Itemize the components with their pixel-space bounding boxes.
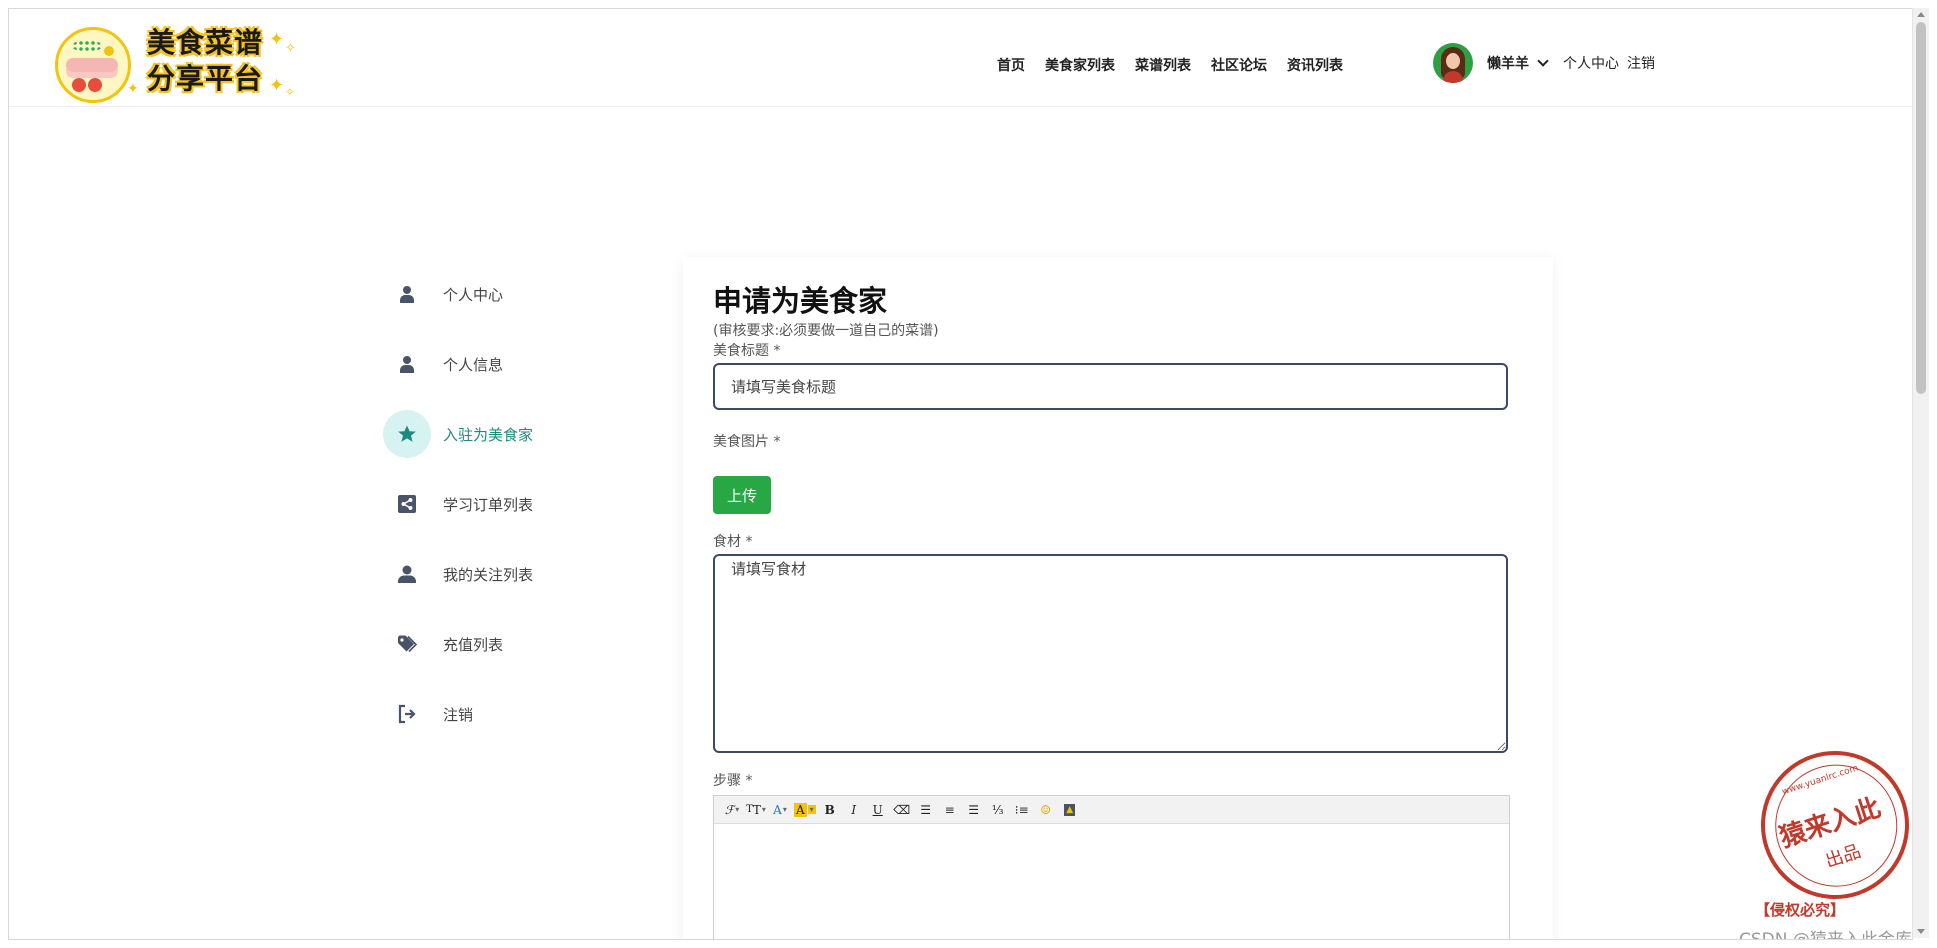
align-left-icon[interactable]: ☰ xyxy=(916,801,936,819)
font-size-icon[interactable]: T T ▾ xyxy=(746,801,766,819)
watermark-stamp: www.yuanlrc.com 猿来入此 出品 xyxy=(1741,731,1912,919)
sidebar-item-personal-center[interactable]: 个人中心 xyxy=(383,259,643,329)
sidebar-item-study-orders[interactable]: 学习订单列表 xyxy=(383,469,643,539)
sidebar-item-label: 个人信息 xyxy=(443,355,504,374)
browser-viewport: 美食菜谱 分享平台 ✦ ✧ ✦ ✧ ✦ 首页 美食家列表 菜谱列表 社区论坛 资… xyxy=(8,8,1913,940)
tag-icon xyxy=(383,620,431,668)
italic-icon[interactable]: I xyxy=(844,801,864,819)
avatar[interactable] xyxy=(1433,43,1473,83)
scroll-down-arrow-icon[interactable] xyxy=(1917,929,1925,934)
stamp-footer: 【侵权必究】 xyxy=(1755,901,1846,919)
sidebar-item-personal-info[interactable]: 个人信息 xyxy=(383,329,643,399)
csdn-watermark: CSDN @猿来入此金库 xyxy=(1739,930,1912,940)
nav-gourmet-list[interactable]: 美食家列表 xyxy=(1045,55,1115,75)
ingredients-textarea[interactable] xyxy=(713,554,1508,753)
personal-center-link[interactable]: 个人中心 xyxy=(1563,53,1619,73)
upload-button[interactable]: 上传 xyxy=(713,476,771,514)
logo-line-2: 分享平台 xyxy=(147,62,264,95)
font-color-icon[interactable]: A ▾ xyxy=(770,801,790,819)
review-requirement-note: (审核要求:必须要做一道自己的菜谱) xyxy=(713,323,939,339)
emoji-icon[interactable]: ☺ xyxy=(1036,801,1056,819)
top-header: 美食菜谱 分享平台 ✦ ✧ ✦ ✧ ✦ 首页 美食家列表 菜谱列表 社区论坛 资… xyxy=(9,9,1912,107)
nav-home[interactable]: 首页 xyxy=(997,55,1025,75)
logo-text: 美食菜谱 分享平台 xyxy=(147,25,263,97)
main-nav: 首页 美食家列表 菜谱列表 社区论坛 资讯列表 xyxy=(997,55,1343,75)
sidebar-item-label: 学习订单列表 xyxy=(443,495,534,514)
food-title-label: 美食标题 * xyxy=(713,343,781,359)
nav-forum[interactable]: 社区论坛 xyxy=(1211,55,1267,75)
sidebar-item-label: 注销 xyxy=(443,705,474,724)
ordered-list-icon[interactable]: ⅓ xyxy=(988,801,1008,819)
logout-icon xyxy=(383,690,431,738)
sidebar-item-label: 个人中心 xyxy=(443,285,504,304)
steps-editor-body[interactable] xyxy=(714,824,1509,939)
sidebar-item-label: 我的关注列表 xyxy=(443,565,534,584)
sidebar-item-logout[interactable]: 注销 xyxy=(383,679,643,749)
logo-line-1: 美食菜谱 xyxy=(147,26,264,59)
sparkle-icon: ✧ xyxy=(285,41,296,56)
bold-icon[interactable]: B xyxy=(820,801,840,819)
ingredients-label: 食材 * xyxy=(713,534,753,550)
share-icon xyxy=(383,480,431,528)
food-title-input[interactable] xyxy=(713,363,1508,410)
align-right-icon[interactable]: ☰ xyxy=(964,801,984,819)
steps-label: 步骤 * xyxy=(713,773,753,789)
sparkle-icon: ✧ xyxy=(285,85,296,99)
font-family-icon[interactable]: ℱ ▾ xyxy=(722,801,742,819)
editor-toolbar: ℱ ▾ T T ▾ A ▾ A ▾ B I U ⌫ ☰ ≡ ☰ ⅓ ⁝≡ ☺ ▲ xyxy=(714,796,1509,824)
sidebar: 个人中心 个人信息 入驻为美食家 学习订单列表 我的关注列表 充值列表 注销 xyxy=(383,259,643,749)
application-form-card: 申请为美食家 (审核要求:必须要做一道自己的菜谱) 美食标题 * 美食图片 * … xyxy=(683,257,1553,939)
steps-rich-editor: ℱ ▾ T T ▾ A ▾ A ▾ B I U ⌫ ☰ ≡ ☰ ⅓ ⁝≡ ☺ ▲ xyxy=(713,795,1510,939)
scrollbar-thumb[interactable] xyxy=(1916,22,1926,394)
image-icon[interactable]: ▲ xyxy=(1060,801,1080,819)
logo-plate-icon xyxy=(55,27,131,103)
nav-news-list[interactable]: 资讯列表 xyxy=(1287,55,1343,75)
sidebar-item-label: 入驻为美食家 xyxy=(443,425,534,444)
person-icon xyxy=(383,340,431,388)
sparkle-icon: ✦ xyxy=(127,81,139,97)
person-icon xyxy=(383,270,431,318)
star-icon xyxy=(383,410,431,458)
sparkle-icon: ✦ xyxy=(269,29,285,50)
food-image-label: 美食图片 * xyxy=(713,434,781,450)
page-title: 申请为美食家 xyxy=(713,284,888,318)
nav-recipe-list[interactable]: 菜谱列表 xyxy=(1135,55,1191,75)
scroll-up-arrow-icon[interactable] xyxy=(1917,12,1925,17)
eraser-icon[interactable]: ⌫ xyxy=(892,801,912,819)
underline-icon[interactable]: U xyxy=(868,801,888,819)
sidebar-item-follow-list[interactable]: 我的关注列表 xyxy=(383,539,643,609)
background-color-icon[interactable]: A ▾ xyxy=(794,801,816,819)
person-icon xyxy=(383,550,431,598)
user-area: 懒羊羊 个人中心 注销 xyxy=(1433,43,1655,83)
sparkle-icon: ✦ xyxy=(269,75,285,96)
page-scrollbar[interactable] xyxy=(1912,8,1929,938)
logout-link[interactable]: 注销 xyxy=(1627,53,1655,73)
sidebar-item-label: 充值列表 xyxy=(443,635,504,654)
sidebar-item-become-gourmet[interactable]: 入驻为美食家 xyxy=(383,399,643,469)
gourmet-application-form: 申请为美食家 (审核要求:必须要做一道自己的菜谱) 美食标题 * 美食图片 * … xyxy=(713,283,1510,939)
chevron-down-icon[interactable] xyxy=(1537,55,1549,67)
site-logo[interactable]: 美食菜谱 分享平台 ✦ ✧ ✦ ✧ ✦ xyxy=(55,19,305,103)
unordered-list-icon[interactable]: ⁝≡ xyxy=(1012,801,1032,819)
user-name[interactable]: 懒羊羊 xyxy=(1487,53,1529,73)
align-center-icon[interactable]: ≡ xyxy=(940,801,960,819)
sidebar-item-recharge-list[interactable]: 充值列表 xyxy=(383,609,643,679)
